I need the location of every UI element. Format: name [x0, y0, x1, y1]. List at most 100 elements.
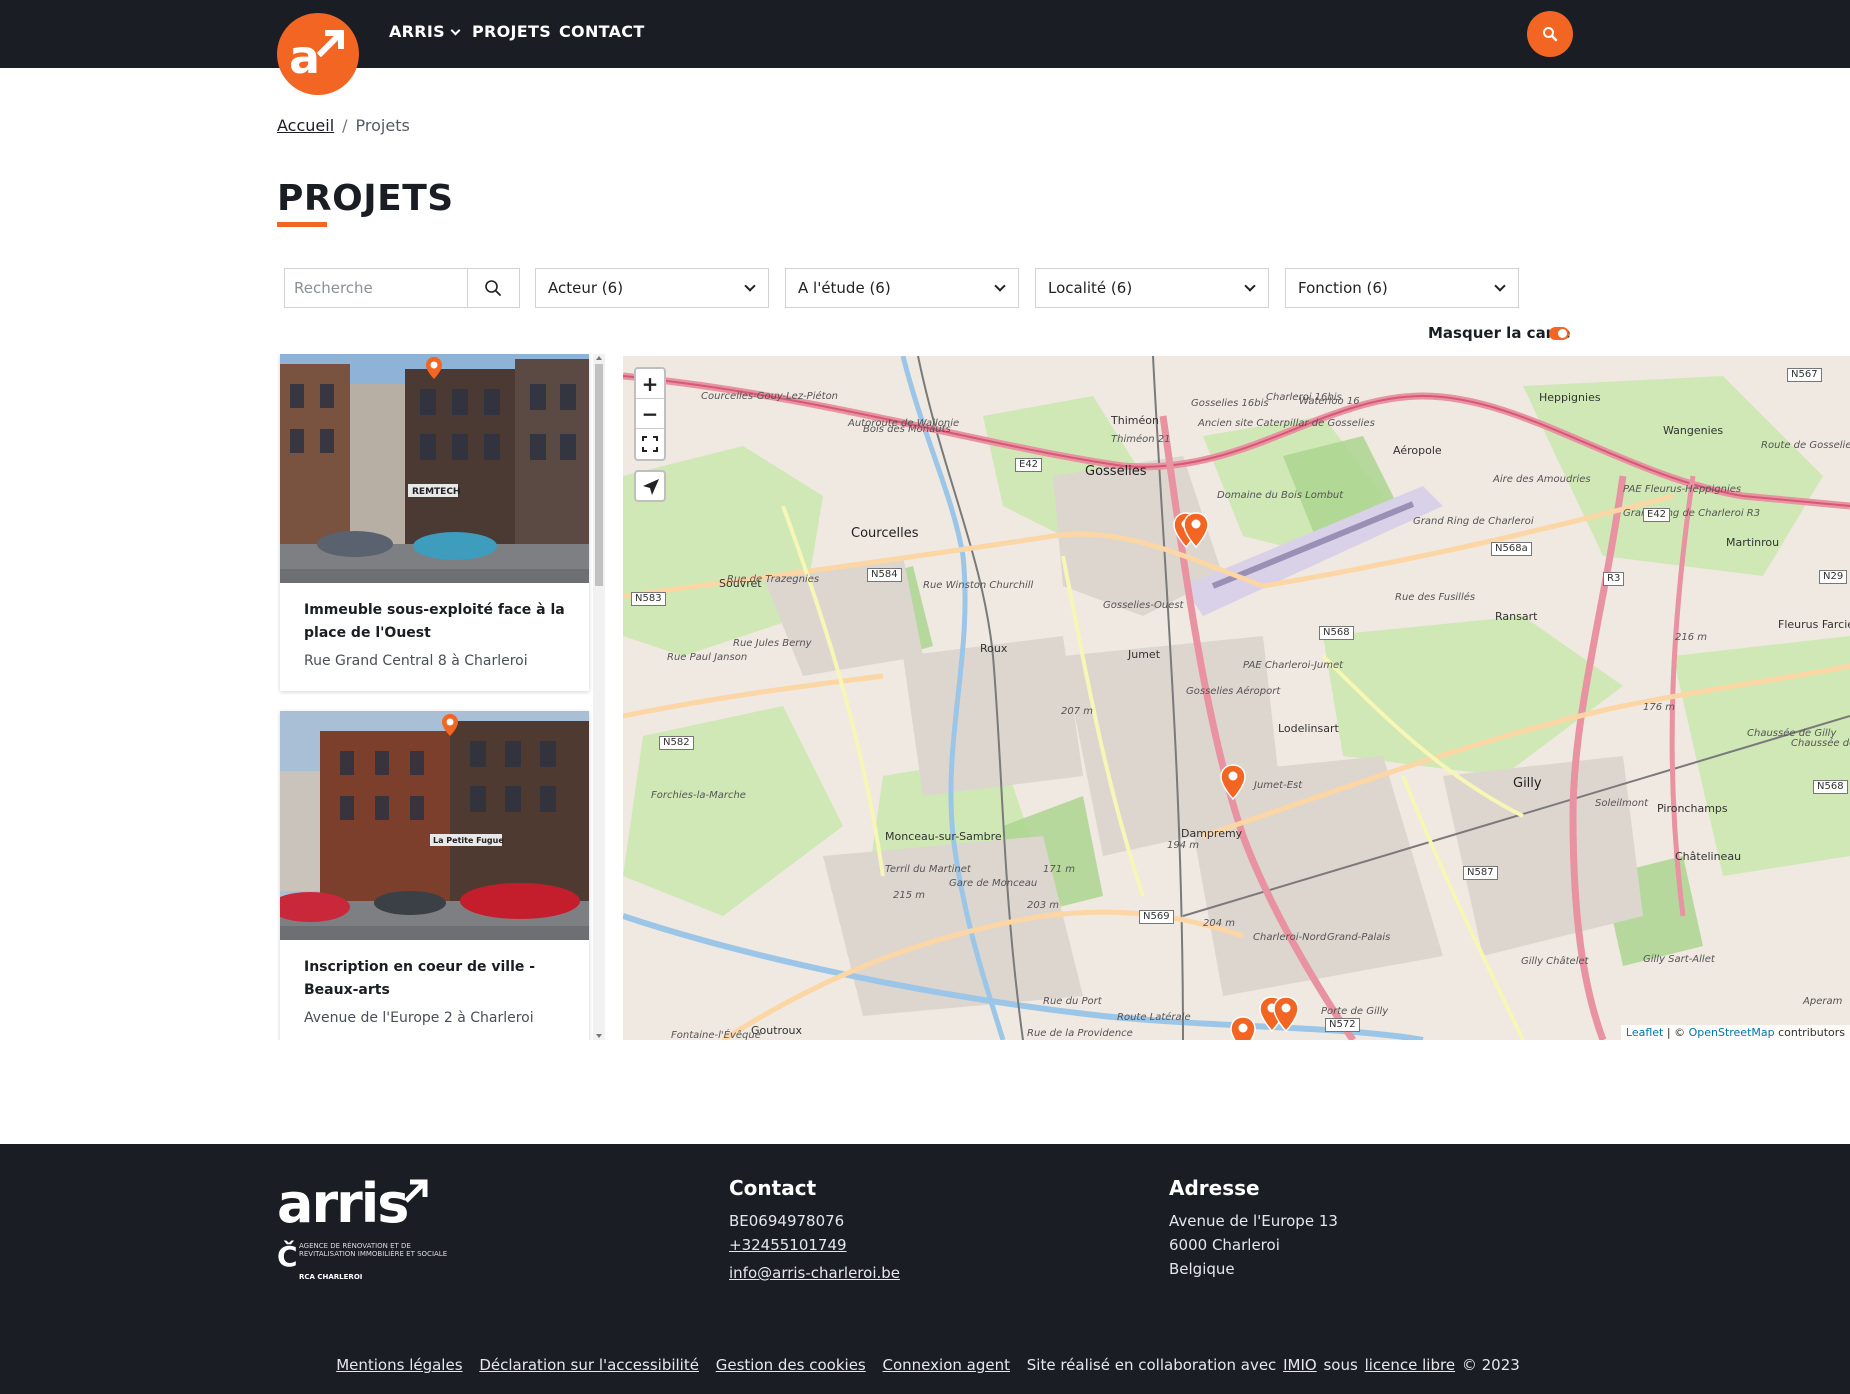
map-label: Rue Jules Berny [733, 638, 812, 649]
project-list-scrollbar[interactable] [593, 354, 605, 1040]
map-label: Domaine du Bois Lombut [1217, 490, 1344, 501]
filter-statut[interactable]: A l'étude (6) [785, 268, 1019, 308]
map-label: Lodelinsart [1278, 722, 1339, 735]
footer-phone-link[interactable]: +32455101749 [729, 1236, 847, 1254]
map-marker-icon[interactable] [1183, 512, 1209, 548]
header-search-button[interactable] [1527, 11, 1573, 57]
osm-link[interactable]: OpenStreetMap [1689, 1026, 1775, 1039]
footer-email-link[interactable]: info@arris-charleroi.be [729, 1264, 900, 1282]
project-address: Rue Grand Central 8 à Charleroi [304, 653, 528, 669]
search-submit-button[interactable] [467, 269, 519, 307]
map-label: Dampremy [1181, 827, 1243, 840]
map-label: Roux [980, 642, 1008, 655]
svg-text:La Petite Fugue: La Petite Fugue [433, 836, 504, 845]
footer-link-accessibility[interactable]: Déclaration sur l'accessibilité [479, 1356, 699, 1374]
spot-height: 215 m [893, 890, 926, 901]
map-label: Jumet [1128, 648, 1161, 661]
map-label: Rue de la Providence [1027, 1028, 1133, 1039]
search-icon [485, 280, 501, 296]
search-input[interactable] [285, 269, 467, 307]
breadcrumb-current: Projets [355, 116, 410, 135]
projects-map[interactable]: Gosselies Courcelles Roux Jumet Lodelins… [623, 356, 1850, 1040]
spot-height: 216 m [1675, 632, 1708, 643]
scrollbar-thumb[interactable] [595, 364, 603, 586]
map-label: Rue Paul Janson [667, 652, 748, 663]
footer-link-imio[interactable]: IMIO [1283, 1356, 1317, 1374]
map-label: Ancien site Caterpillar de Gosselies [1198, 418, 1375, 429]
arris-logo-mark: a [289, 30, 344, 84]
nav-arris[interactable]: ARRIS [389, 22, 461, 44]
footer-credit-year: © 2023 [1461, 1356, 1520, 1374]
hide-map-toggle[interactable] [1549, 327, 1569, 340]
attribution-rest: contributors [1774, 1026, 1845, 1039]
chevron-down-icon [1494, 280, 1506, 292]
filter-statut-value: A l'étude (6) [798, 279, 891, 297]
road-shield: N568a [1491, 542, 1532, 556]
filter-localite[interactable]: Localité (6) [1035, 268, 1269, 308]
scroll-up-arrow[interactable] [596, 356, 602, 360]
map-label: Gosselies 16bis [1191, 398, 1269, 409]
location-arrow-icon [643, 479, 659, 495]
footer-address-title: Adresse [1169, 1176, 1260, 1200]
fullscreen-button[interactable] [636, 429, 664, 459]
footer-link-mentions[interactable]: Mentions légales [336, 1356, 462, 1374]
breadcrumb-home[interactable]: Accueil [277, 116, 334, 135]
locate-me-button[interactable] [634, 470, 666, 502]
map-label: Rue de Trazegnies [727, 574, 820, 585]
map-label: Gosselies-Ouest [1103, 600, 1184, 611]
chevron-down-icon [744, 280, 756, 292]
spot-height: 194 m [1167, 840, 1200, 851]
map-label: Aperam [1803, 996, 1843, 1007]
page-title: PROJETS [277, 178, 454, 219]
map-label: Waterloo 16 [1299, 396, 1360, 407]
map-label: Porte de Gilly [1321, 1006, 1389, 1017]
road-shield: N582 [659, 736, 694, 750]
project-title[interactable]: Immeuble sous-exploité face à la place d… [304, 599, 565, 645]
map-label: Courcelles [851, 526, 919, 541]
project-card[interactable]: REMTECH Immeuble sous-exploité face à la… [280, 354, 589, 691]
map-label: Soleilmont [1595, 798, 1649, 809]
map-label: Gilly [1513, 776, 1542, 791]
map-marker-icon[interactable] [1220, 764, 1246, 800]
filter-acteur[interactable]: Acteur (6) [535, 268, 769, 308]
filter-fonction[interactable]: Fonction (6) [1285, 268, 1519, 308]
map-label: Châtelineau [1675, 850, 1742, 863]
nav-contact[interactable]: CONTACT [559, 22, 645, 44]
map-label: Martinrou [1726, 536, 1780, 549]
footer-link-agent-login[interactable]: Connexion agent [883, 1356, 1010, 1374]
map-label: Aire des Amoudries [1493, 474, 1591, 485]
project-card[interactable]: La Petite Fugue Inscription en coeur de … [280, 711, 589, 1040]
map-marker-icon[interactable] [1230, 1016, 1256, 1040]
project-title[interactable]: Inscription en coeur de ville - Beaux-ar… [304, 956, 565, 1002]
search-field [284, 268, 520, 308]
road-shield: N568 [1813, 780, 1848, 794]
breadcrumb-separator: / [342, 116, 348, 135]
map-label: Jumet-Est [1254, 780, 1303, 791]
map-label: Grand Ring de Charleroi [1413, 516, 1534, 527]
footer-logo-rca: RCA CHARLEROI [299, 1273, 363, 1281]
road-shield: N587 [1463, 866, 1498, 880]
road-shield: N567 [1787, 368, 1822, 382]
road-shield: N569 [1139, 910, 1174, 924]
zoom-out-button[interactable]: − [636, 399, 664, 429]
svg-text:REMTECH: REMTECH [412, 487, 460, 497]
nav-projets[interactable]: PROJETS [472, 22, 551, 44]
footer-credit-mid: sous [1323, 1356, 1358, 1374]
zoom-in-button[interactable]: + [636, 369, 664, 399]
fullscreen-icon [642, 436, 658, 452]
arris-logo[interactable]: a [277, 13, 359, 95]
leaflet-link[interactable]: Leaflet [1626, 1026, 1663, 1039]
map-label: Rue des Fusillés [1395, 592, 1476, 603]
road-shield: E42 [1015, 458, 1043, 472]
map-label: Bois des Monauts [863, 424, 951, 435]
scroll-down-arrow[interactable] [596, 1034, 602, 1038]
road-shield: N584 [867, 568, 902, 582]
map-label: Grand-Palais [1327, 932, 1391, 943]
map-marker-icon[interactable] [1273, 996, 1299, 1032]
footer-link-cookies[interactable]: Gestion des cookies [716, 1356, 866, 1374]
footer-logo[interactable]: arris [277, 1172, 409, 1235]
footer-link-licence[interactable]: licence libre [1365, 1356, 1455, 1374]
map-label: Gosselies Aéroport [1186, 686, 1281, 697]
footer-logo-subtitle: AGENCE DE RÉNOVATION ET DE REVITALISATIO… [299, 1242, 448, 1258]
project-photo: REMTECH [280, 354, 589, 583]
